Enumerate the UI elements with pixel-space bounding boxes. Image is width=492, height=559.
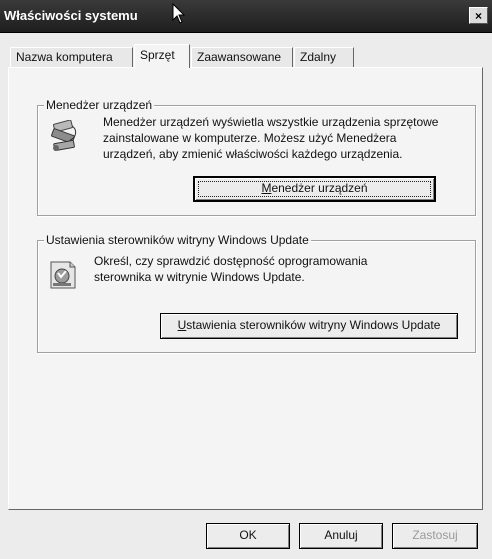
group-legend: Menedżer urządzeń — [44, 98, 155, 112]
description-line: Określ, czy sprawdzić dostępność oprogra… — [94, 254, 368, 268]
description-line: Menedżer urządzeń wyświetla wszystkie ur… — [103, 115, 439, 129]
title-bar[interactable]: Właściwości systemu × — [0, 0, 492, 33]
tab-advanced[interactable]: Zaawansowane — [191, 47, 293, 67]
tab-label: Zaawansowane — [197, 50, 282, 64]
button-label: Anuluj — [324, 528, 358, 542]
windows-update-group: Ustawienia sterowników witryny Windows U… — [37, 233, 476, 353]
windows-update-settings-button[interactable]: Ustawienia sterowników witryny Windows U… — [160, 313, 458, 339]
cancel-button[interactable]: Anuluj — [299, 523, 383, 549]
description-line: zainstalowane w komputerze. Możesz użyć … — [103, 131, 397, 145]
tab-remote[interactable]: Zdalny — [294, 47, 354, 67]
device-manager-icon — [51, 120, 77, 152]
dialog-footer: OK Anuluj Zastosuj — [0, 510, 492, 559]
device-manager-description: Menedżer urządzeń wyświetla wszystkie ur… — [103, 114, 438, 162]
mouse-cursor-icon — [172, 3, 186, 24]
button-label: stawienia sterowników witryny Windows Up… — [186, 318, 441, 332]
apply-button[interactable]: Zastosuj — [392, 523, 478, 549]
tab-label: Sprzęt — [140, 48, 175, 62]
description-line: urządzeń, aby zmienić właściwości każdeg… — [103, 147, 403, 161]
windows-update-description: Określ, czy sprawdzić dostępność oprogra… — [94, 253, 367, 285]
group-legend: Ustawienia sterowników witryny Windows U… — [44, 233, 311, 247]
close-icon: × — [474, 9, 482, 23]
button-label: OK — [239, 528, 257, 542]
windows-update-icon — [50, 261, 76, 289]
close-button[interactable]: × — [469, 7, 488, 24]
tab-panel-hardware: Menedżer urządzeń Menedżer urządzeń wyśw… — [8, 67, 483, 510]
button-label: Zastosuj — [412, 528, 458, 542]
description-line: sterownika w witrynie Windows Update. — [94, 270, 305, 284]
device-manager-group: Menedżer urządzeń Menedżer urządzeń wyśw… — [37, 98, 476, 216]
accelerator-key: U — [177, 318, 187, 332]
tab-hardware[interactable]: Sprzęt — [134, 44, 190, 68]
ok-button[interactable]: OK — [206, 523, 290, 549]
window-title: Właściwości systemu — [4, 8, 138, 23]
tab-computer-name[interactable]: Nazwa komputera — [10, 47, 133, 67]
tab-label: Nazwa komputera — [16, 50, 113, 64]
device-manager-button[interactable]: Menedżer urządzeń — [193, 176, 436, 202]
tab-label: Zdalny — [300, 50, 337, 64]
focus-ring — [198, 181, 431, 197]
